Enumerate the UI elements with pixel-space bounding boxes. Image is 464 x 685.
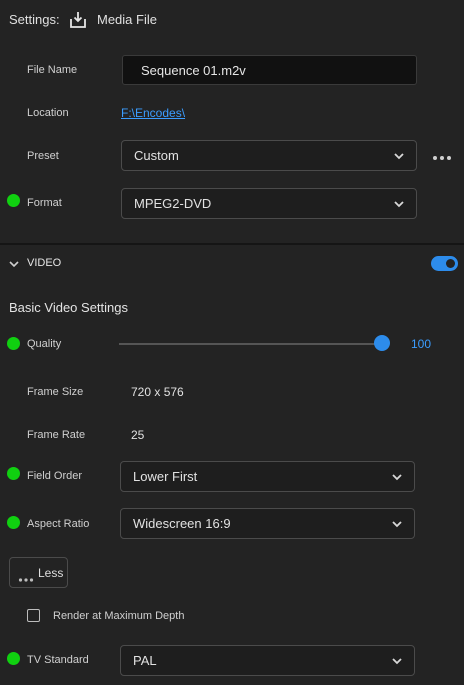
less-label: Less bbox=[38, 565, 64, 580]
chevron-down-icon bbox=[392, 657, 402, 664]
format-value: MPEG2-DVD bbox=[134, 196, 212, 211]
file-name-input[interactable]: Sequence 01.m2v bbox=[122, 55, 417, 85]
field-order-indicator bbox=[7, 467, 20, 480]
tv-standard-value: PAL bbox=[133, 653, 157, 668]
field-order-value: Lower First bbox=[133, 469, 198, 484]
file-name-label: File Name bbox=[27, 64, 78, 76]
video-toggle[interactable] bbox=[431, 256, 458, 271]
preset-label: Preset bbox=[27, 150, 59, 162]
quality-value[interactable]: 100 bbox=[411, 337, 431, 351]
format-indicator bbox=[7, 194, 20, 207]
download-tray-icon[interactable] bbox=[69, 11, 87, 29]
chevron-down-icon bbox=[392, 473, 402, 480]
chevron-down-icon bbox=[394, 200, 404, 207]
location-label: Location bbox=[27, 107, 69, 119]
more-options-icon[interactable] bbox=[432, 150, 452, 160]
tv-standard-dropdown[interactable]: PAL bbox=[120, 645, 415, 676]
frame-size-label: Frame Size bbox=[27, 386, 84, 398]
frame-rate-value: 25 bbox=[131, 428, 145, 442]
more-dots-icon bbox=[18, 570, 34, 582]
settings-label: Settings: bbox=[9, 12, 60, 27]
chevron-down-icon bbox=[392, 520, 402, 527]
aspect-ratio-value: Widescreen 16:9 bbox=[133, 516, 231, 531]
field-order-dropdown[interactable]: Lower First bbox=[120, 461, 415, 492]
tv-standard-label: TV Standard bbox=[27, 654, 89, 666]
tv-standard-indicator bbox=[7, 652, 20, 665]
frame-size-value: 720 x 576 bbox=[131, 385, 184, 399]
aspect-ratio-indicator bbox=[7, 516, 20, 529]
less-button[interactable]: Less bbox=[9, 557, 68, 588]
toggle-knob bbox=[446, 259, 455, 268]
location-link[interactable]: F:\Encodes\ bbox=[121, 106, 185, 120]
quality-slider-track[interactable] bbox=[119, 343, 382, 345]
quality-slider-thumb[interactable] bbox=[374, 335, 390, 351]
video-section-label[interactable]: VIDEO bbox=[27, 257, 61, 269]
preset-value: Custom bbox=[134, 148, 179, 163]
quality-label: Quality bbox=[27, 338, 62, 350]
render-max-depth-checkbox[interactable] bbox=[27, 609, 40, 622]
section-divider bbox=[0, 243, 464, 245]
format-dropdown[interactable]: MPEG2-DVD bbox=[121, 188, 417, 219]
chevron-down-icon[interactable] bbox=[8, 257, 20, 269]
media-file-label[interactable]: Media File bbox=[97, 12, 157, 27]
render-max-depth-label[interactable]: Render at Maximum Depth bbox=[53, 610, 184, 622]
preset-dropdown[interactable]: Custom bbox=[121, 140, 417, 171]
field-order-label: Field Order bbox=[27, 470, 83, 482]
aspect-ratio-dropdown[interactable]: Widescreen 16:9 bbox=[120, 508, 415, 539]
file-name-value: Sequence 01.m2v bbox=[141, 62, 246, 78]
aspect-ratio-label: Aspect Ratio bbox=[27, 518, 90, 530]
format-label: Format bbox=[27, 197, 62, 209]
quality-indicator bbox=[7, 337, 20, 350]
frame-rate-label: Frame Rate bbox=[27, 429, 86, 441]
basic-video-settings-title: Basic Video Settings bbox=[9, 300, 128, 315]
chevron-down-icon bbox=[394, 152, 404, 159]
